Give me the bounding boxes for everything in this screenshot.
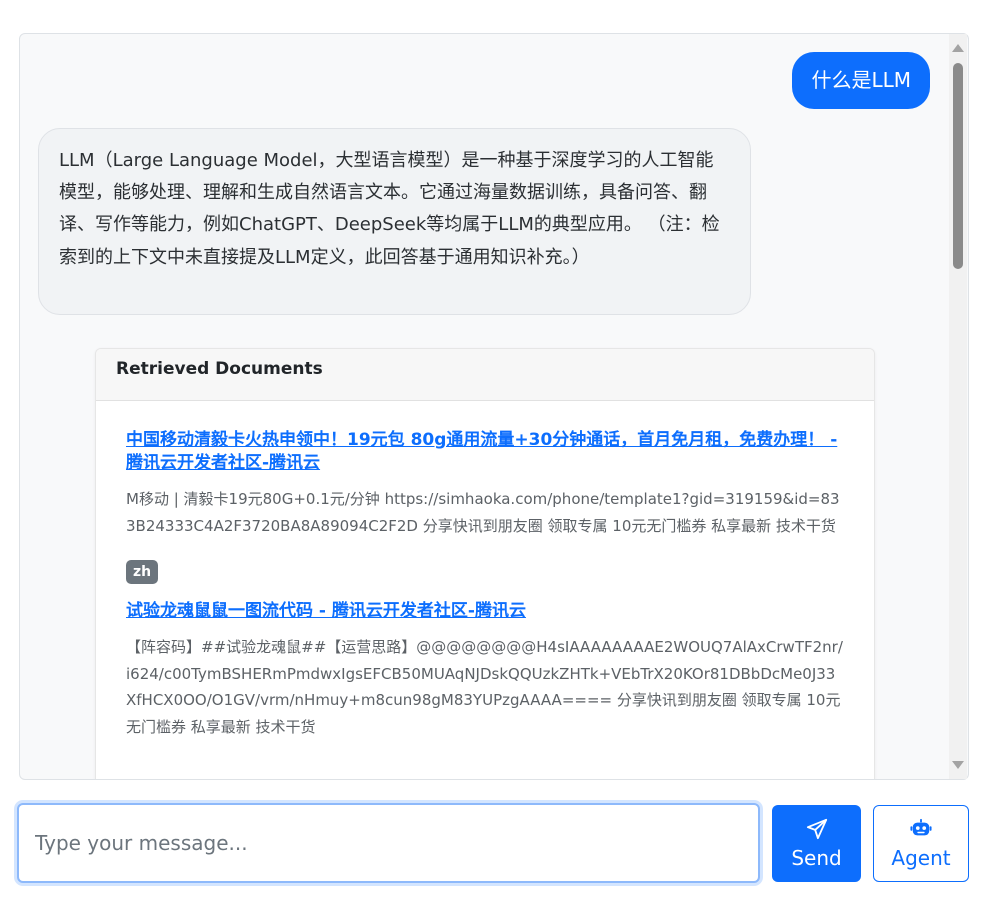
language-badge: zh: [126, 560, 159, 584]
message-input[interactable]: [19, 805, 758, 881]
retrieved-documents-header: Retrieved Documents: [96, 349, 874, 401]
document-snippet: M移动 | 清毅卡19元80G+0.1元/分钟 https://simhaoka…: [126, 490, 840, 535]
paper-plane-icon: [806, 818, 827, 839]
document-item: 中国移动清毅卡火热申领中！19元包 80g通用流量+30分钟通话，首月免月租，免…: [126, 429, 844, 584]
user-message-bubble: 什么是LLM: [792, 52, 930, 109]
assistant-message-bubble: LLM（Large Language Model，大型语言模型）是一种基于深度学…: [38, 128, 751, 315]
robot-icon: [910, 818, 932, 835]
retrieved-documents-list: 中国移动清毅卡火热申领中！19元包 80g通用流量+30分钟通话，首月免月租，免…: [96, 401, 874, 740]
agent-button[interactable]: Agent: [873, 805, 969, 882]
scroll-thumb[interactable]: [953, 63, 963, 269]
document-snippet: 【阵容码】##试验龙魂鼠##【运营思路】@@@@@@@@H4sIAAAAAAAA…: [126, 638, 843, 736]
chat-window: 什么是LLM LLM（Large Language Model，大型语言模型）是…: [19, 33, 969, 780]
document-link[interactable]: 中国移动清毅卡火热申领中！19元包 80g通用流量+30分钟通话，首月免月租，免…: [126, 429, 844, 475]
send-button-label: Send: [791, 845, 842, 870]
message-input-container: [17, 803, 760, 883]
scroll-down-arrow-icon[interactable]: [952, 761, 964, 769]
send-button[interactable]: Send: [772, 805, 861, 882]
agent-button-label: Agent: [891, 845, 951, 870]
document-item: 试验龙魂鼠鼠一图流代码 - 腾讯云开发者社区-腾讯云 【阵容码】##试验龙魂鼠#…: [126, 600, 844, 740]
scroll-up-arrow-icon[interactable]: [952, 44, 964, 52]
document-link[interactable]: 试验龙魂鼠鼠一图流代码 - 腾讯云开发者社区-腾讯云: [126, 600, 844, 623]
retrieved-documents-card: Retrieved Documents 中国移动清毅卡火热申领中！19元包 80…: [95, 348, 875, 779]
chat-scrollbar[interactable]: [949, 34, 967, 779]
